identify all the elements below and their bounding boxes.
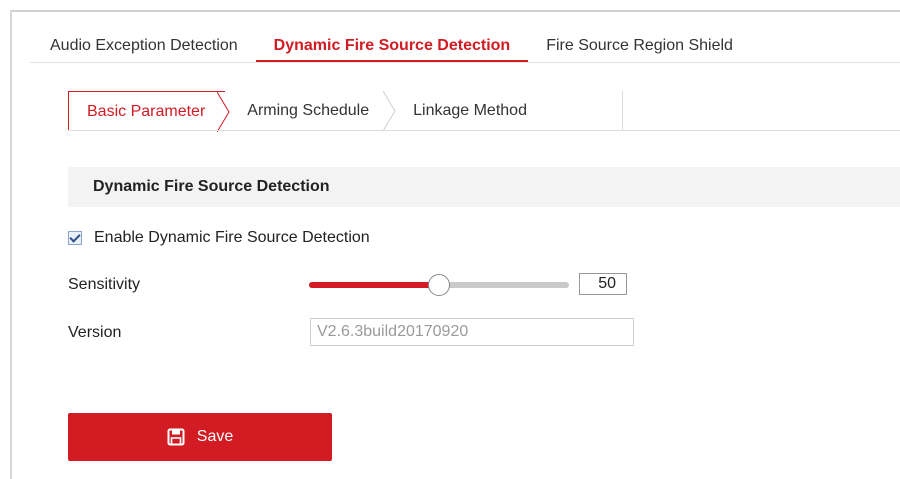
enable-checkbox[interactable] xyxy=(68,231,82,245)
frame-top-border xyxy=(10,10,900,12)
tab-fire-source-region-shield[interactable]: Fire Source Region Shield xyxy=(528,33,751,63)
version-field: V2.6.3build20170920 xyxy=(310,318,634,346)
version-label: Version xyxy=(68,324,122,341)
sensitivity-value-input[interactable]: 50 xyxy=(579,273,627,295)
sub-tabs-right-divider xyxy=(622,91,623,131)
save-button[interactable]: Save xyxy=(68,413,332,461)
subtab-arming-schedule-label: Arming Schedule xyxy=(247,102,370,119)
sensitivity-slider-thumb[interactable] xyxy=(428,274,450,296)
enable-label: Enable Dynamic Fire Source Detection xyxy=(94,229,370,246)
tab-dynamic-fire-source-detection[interactable]: Dynamic Fire Source Detection xyxy=(255,33,529,63)
subtab-basic-parameter[interactable]: Basic Parameter xyxy=(68,91,230,132)
top-tab-bar: Audio Exception Detection Dynamic Fire S… xyxy=(30,33,751,63)
sensitivity-slider-fill xyxy=(309,282,439,288)
save-label: Save xyxy=(196,428,234,445)
save-icon xyxy=(167,428,185,446)
subtab-linkage-method-label: Linkage Method xyxy=(413,102,527,119)
sub-tab-bar: Basic Parameter Arming Schedule Linkage … xyxy=(68,91,545,132)
tab-audio-exception-detection[interactable]: Audio Exception Detection xyxy=(30,33,256,63)
sub-tabs-bottom-border xyxy=(68,130,900,131)
subtab-basic-parameter-label: Basic Parameter xyxy=(87,103,206,120)
enable-row: Enable Dynamic Fire Source Detection xyxy=(68,228,370,248)
top-tabs-divider xyxy=(30,62,900,63)
section-title: Dynamic Fire Source Detection xyxy=(68,167,900,207)
subtab-linkage-method[interactable]: Linkage Method xyxy=(391,91,545,131)
sensitivity-label: Sensitivity xyxy=(68,276,141,293)
subtab-arming-schedule[interactable]: Arming Schedule xyxy=(225,91,396,131)
frame-left-border xyxy=(10,10,12,479)
